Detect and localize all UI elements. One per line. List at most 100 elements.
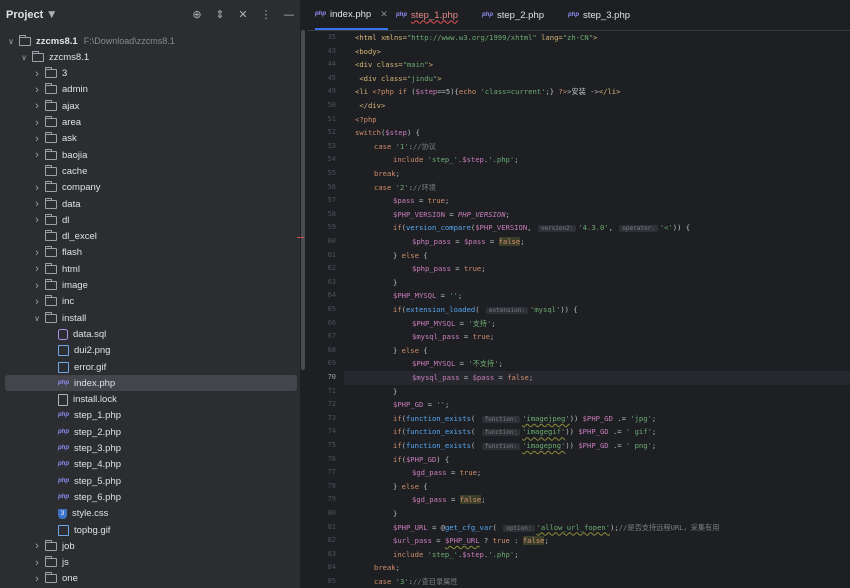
line-number[interactable]: 55 bbox=[306, 169, 336, 177]
code-line[interactable]: if(extension_loaded( extension:'mysql'))… bbox=[344, 303, 850, 317]
code-line[interactable]: break; bbox=[344, 167, 850, 181]
code-line[interactable]: $PHP_VERSION = PHP_VERSION; bbox=[344, 208, 850, 222]
sidebar-scrollbar[interactable] bbox=[301, 30, 305, 370]
code-line[interactable]: if(function_exists( function:'imagegif')… bbox=[344, 425, 850, 439]
expand-icon[interactable]: ⇕ bbox=[213, 7, 227, 23]
tree-folder[interactable]: › admin bbox=[0, 82, 300, 98]
tab-step-3[interactable]: php step_3.php bbox=[568, 0, 630, 30]
code-line[interactable]: break; bbox=[344, 561, 850, 575]
chevron-right-icon[interactable]: › bbox=[32, 100, 42, 112]
chevron-right-icon[interactable]: › bbox=[32, 198, 42, 210]
chevron-right-icon[interactable]: › bbox=[32, 214, 42, 226]
line-number[interactable]: 35 bbox=[306, 33, 336, 41]
line-number[interactable]: 67 bbox=[306, 332, 336, 340]
tree-file[interactable]: error.gif bbox=[0, 359, 300, 375]
tree-file[interactable]: 3 style.css bbox=[0, 506, 300, 522]
line-number[interactable]: 72 bbox=[306, 400, 336, 408]
code-line[interactable]: $PHP_MYSQL = ''; bbox=[344, 289, 850, 303]
tree-file[interactable]: php step_1.php bbox=[0, 408, 300, 424]
line-number[interactable]: 62 bbox=[306, 264, 336, 272]
line-number[interactable]: 70 bbox=[306, 373, 336, 381]
code-line[interactable]: } else { bbox=[344, 480, 850, 494]
code-line[interactable]: $mysql_pass = $pass = false; bbox=[344, 371, 850, 385]
code-line[interactable]: } else { bbox=[344, 249, 850, 263]
code-line[interactable]: $PHP_MYSQL = '支持'; bbox=[344, 317, 850, 331]
tree-file[interactable]: php step_4.php bbox=[0, 457, 300, 473]
tree-folder[interactable]: ∨ zzcms8.1 F:\Download\zzcms8.1 bbox=[0, 33, 300, 49]
tree-file[interactable]: data.sql bbox=[0, 326, 300, 342]
code-line[interactable]: case '1'://协议 bbox=[344, 140, 850, 154]
tab-step-2[interactable]: php step_2.php bbox=[482, 0, 544, 30]
line-number[interactable]: 53 bbox=[306, 142, 336, 150]
line-number[interactable]: 73 bbox=[306, 414, 336, 422]
tree-folder[interactable]: › image bbox=[0, 278, 300, 294]
chevron-right-icon[interactable]: › bbox=[32, 133, 42, 145]
line-number[interactable]: 45 bbox=[306, 74, 336, 82]
tree-folder[interactable]: › flash bbox=[0, 245, 300, 261]
line-number[interactable]: 82 bbox=[306, 536, 336, 544]
line-number[interactable]: 66 bbox=[306, 319, 336, 327]
code-line[interactable]: $php_pass = $pass = false; bbox=[344, 235, 850, 249]
line-number[interactable]: 71 bbox=[306, 387, 336, 395]
tree-file[interactable]: php index.php bbox=[5, 375, 297, 392]
close-icon[interactable]: ✕ bbox=[380, 9, 388, 20]
code-line[interactable]: $mysql_pass = true; bbox=[344, 330, 850, 344]
chevron-right-icon[interactable]: › bbox=[32, 573, 42, 585]
chevron-right-icon[interactable]: › bbox=[32, 280, 42, 292]
tree-folder[interactable]: › dl bbox=[0, 212, 300, 228]
line-number[interactable]: 81 bbox=[306, 523, 336, 531]
line-number[interactable]: 65 bbox=[306, 305, 336, 313]
code-line[interactable]: include 'step_'.$step.'.php'; bbox=[344, 548, 850, 562]
line-number[interactable]: 60 bbox=[306, 237, 336, 245]
line-number[interactable]: 57 bbox=[306, 196, 336, 204]
collapse-icon[interactable]: ✕ bbox=[236, 7, 250, 23]
tree-file[interactable]: install.lock bbox=[0, 392, 300, 408]
tree-folder[interactable]: › inc bbox=[0, 294, 300, 310]
chevron-right-icon[interactable]: › bbox=[32, 149, 42, 161]
tree-file[interactable]: php step_5.php bbox=[0, 473, 300, 489]
line-number[interactable]: 61 bbox=[306, 251, 336, 259]
code-line[interactable]: } bbox=[344, 385, 850, 399]
line-number[interactable]: 56 bbox=[306, 183, 336, 191]
code-line[interactable]: $PHP_GD = ''; bbox=[344, 398, 850, 412]
code-line[interactable]: <body> bbox=[344, 45, 850, 59]
code-line[interactable]: switch($step) { bbox=[344, 126, 850, 140]
chevron-right-icon[interactable]: › bbox=[32, 84, 42, 96]
tree-file[interactable]: topbg.gif bbox=[0, 522, 300, 538]
tree-folder[interactable]: › area bbox=[0, 115, 300, 131]
line-number[interactable]: 69 bbox=[306, 359, 336, 367]
chevron-right-icon[interactable]: › bbox=[32, 557, 42, 569]
line-number[interactable]: 74 bbox=[306, 427, 336, 435]
chevron-down-icon[interactable]: ∨ bbox=[6, 37, 16, 46]
line-number[interactable]: 78 bbox=[306, 482, 336, 490]
tree-file[interactable]: php step_3.php bbox=[0, 441, 300, 457]
tree-folder[interactable]: › company bbox=[0, 180, 300, 196]
tab-step-1[interactable]: php step_1.php bbox=[396, 0, 458, 30]
tree-file[interactable]: php step_2.php bbox=[0, 424, 300, 440]
code-line[interactable]: $url_pass = $PHP_URL ? true : false; bbox=[344, 534, 850, 548]
chevron-down-icon[interactable]: ▼ bbox=[48, 10, 55, 20]
tree-folder[interactable]: › job bbox=[0, 538, 300, 554]
chevron-right-icon[interactable]: › bbox=[32, 182, 42, 194]
code-line[interactable]: $gd_pass = true; bbox=[344, 466, 850, 480]
line-number[interactable]: 59 bbox=[306, 223, 336, 231]
line-number[interactable]: 83 bbox=[306, 550, 336, 558]
code-line[interactable]: include 'step_'.$step.'.php'; bbox=[344, 153, 850, 167]
code-line[interactable]: $PHP_URL = @get_cfg_var( option:'allow_u… bbox=[344, 521, 850, 535]
code-line[interactable]: <div class="jindu"> bbox=[344, 72, 850, 86]
sidebar-title[interactable]: Project bbox=[6, 9, 43, 21]
code-line[interactable]: <?php bbox=[344, 113, 850, 127]
line-number[interactable]: 77 bbox=[306, 468, 336, 476]
tree-folder[interactable]: › baojia bbox=[0, 147, 300, 163]
code-line[interactable]: if(function_exists( function:'imagepng')… bbox=[344, 439, 850, 453]
tree-file[interactable]: dui2.png bbox=[0, 343, 300, 359]
code-line[interactable]: case '3'://查目录属性 bbox=[344, 575, 850, 588]
line-number[interactable]: 75 bbox=[306, 441, 336, 449]
tab-index[interactable]: php index.php ✕ bbox=[315, 0, 388, 30]
chevron-right-icon[interactable]: › bbox=[32, 296, 42, 308]
code-editor[interactable]: <html xmlns="http://www.w3.org/1999/xhtm… bbox=[344, 31, 850, 588]
line-number[interactable]: 43 bbox=[306, 47, 336, 55]
line-number[interactable]: 51 bbox=[306, 115, 336, 123]
tree-folder[interactable]: › data bbox=[0, 196, 300, 212]
line-number[interactable]: 85 bbox=[306, 577, 336, 585]
